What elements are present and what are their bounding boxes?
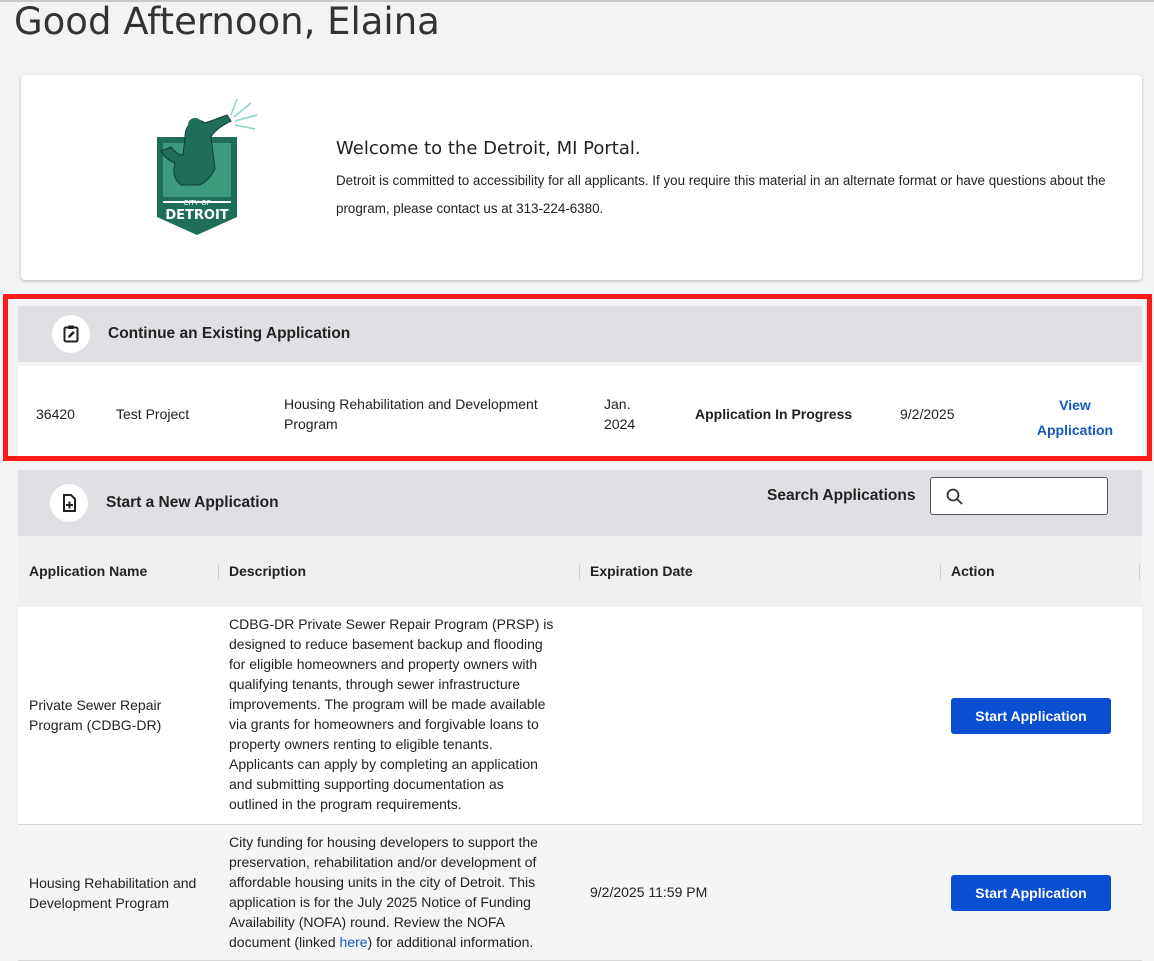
due-date: 9/2/2025 [900, 406, 955, 422]
page-greeting: Good Afternoon, Elaina [14, 0, 440, 43]
column-header-description: Description [229, 563, 307, 579]
application-id: 36420 [36, 406, 75, 422]
applications-table-header: Application Name Description Expiration … [18, 536, 1142, 608]
column-header-action: Action [951, 563, 995, 579]
search-input[interactable] [971, 482, 1105, 512]
existing-applications-header: Continue an Existing Application [18, 306, 1142, 362]
column-divider [1139, 564, 1140, 580]
table-row: Housing Rehabilitation and Development P… [18, 825, 1142, 961]
expiration-date: 9/2/2025 11:59 PM [590, 884, 708, 900]
column-header-name: Application Name [29, 563, 148, 579]
application-date-line2: 2024 [604, 416, 636, 432]
existing-application-row: 36420 Test Project Housing Rehabilitatio… [18, 366, 1142, 460]
table-row: Private Sewer Repair Program (CDBG-DR) C… [18, 607, 1142, 825]
new-application-header: Start a New Application Search Applicati… [18, 470, 1142, 536]
start-application-button[interactable]: Start Application [951, 698, 1111, 734]
column-divider [218, 564, 219, 580]
application-description: City funding for housing developers to s… [229, 834, 538, 950]
search-label: Search Applications [767, 487, 916, 504]
application-date-line1: Jan. [604, 396, 631, 412]
logo-bottom-text: DETROIT [165, 208, 228, 223]
start-application-button[interactable]: Start Application [951, 875, 1111, 911]
welcome-title: Welcome to the Detroit, MI Portal. [336, 138, 641, 159]
view-application-line1: View [1059, 397, 1091, 413]
city-of-detroit-logo: CITY OF DETROIT [131, 97, 263, 237]
logo-top-text: CITY OF [183, 199, 210, 207]
program-name-line1: Housing Rehabilitation and Development [284, 396, 538, 412]
clipboard-edit-icon [52, 315, 90, 353]
status-badge: Application In Progress [695, 406, 853, 422]
existing-applications-title: Continue an Existing Application [108, 325, 351, 342]
project-name: Test Project [116, 406, 190, 422]
search-input-container[interactable] [930, 477, 1108, 515]
view-application-link[interactable]: View Application [1025, 393, 1125, 443]
view-application-line2: Application [1036, 422, 1114, 438]
nofa-document-link[interactable]: here [340, 934, 368, 950]
application-name: Private Sewer Repair Program (CDBG-DR) [29, 697, 162, 733]
new-application-title: Start a New Application [106, 494, 279, 511]
application-description: CDBG-DR Private Sewer Repair Program (PR… [229, 616, 554, 812]
column-divider [579, 564, 580, 580]
program-name-line2: Program [284, 416, 338, 432]
search-icon [946, 488, 963, 505]
file-add-icon [50, 484, 88, 522]
application-name: Housing Rehabilitation and Development P… [29, 875, 197, 911]
welcome-message: Detroit is committed to accessibility fo… [336, 173, 1106, 216]
welcome-card: CITY OF DETROIT Welcome to the Detroit, … [21, 75, 1142, 280]
column-header-expiration: Expiration Date [590, 563, 693, 579]
column-divider [940, 564, 941, 580]
